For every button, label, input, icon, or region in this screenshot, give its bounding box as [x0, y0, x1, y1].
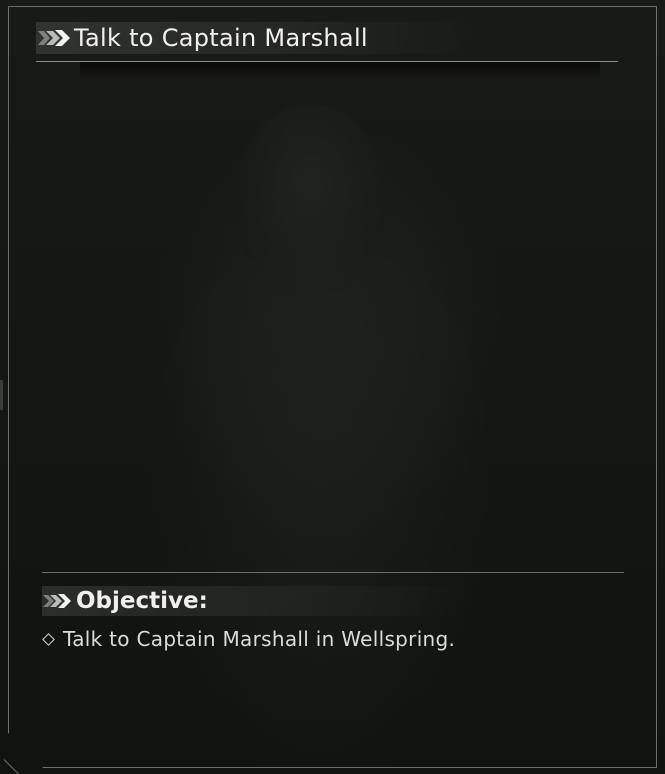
frame-edge-accent — [0, 380, 3, 410]
objective-text: Talk to Captain Marshall in Wellspring. — [63, 627, 456, 651]
quest-title-bar: Talk to Captain Marshall — [36, 22, 476, 54]
quest-panel: Talk to Captain Marshall Objective: Talk… — [0, 0, 665, 774]
double-chevron-right-icon — [38, 30, 70, 46]
objective-header: Objective: — [42, 586, 462, 616]
double-chevron-right-icon — [43, 594, 71, 608]
frame-corner-bevel — [3, 759, 39, 774]
title-shadow — [80, 62, 600, 80]
objective-heading: Objective: — [76, 588, 208, 614]
diamond-bullet-icon — [42, 632, 55, 646]
quest-title: Talk to Captain Marshall — [74, 24, 368, 52]
objective-item: Talk to Captain Marshall in Wellspring. — [42, 624, 455, 654]
objective-divider — [42, 572, 624, 573]
